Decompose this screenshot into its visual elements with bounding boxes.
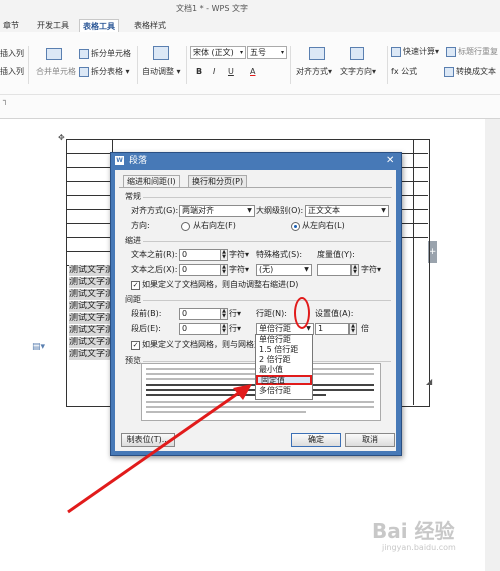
annotation-arrow xyxy=(67,384,252,514)
baidu-watermark: Bai 经验 jingyan.baidu.com xyxy=(372,515,496,565)
watermark-logo: Bai 经验 xyxy=(372,519,455,543)
watermark-url: jingyan.baidu.com xyxy=(382,543,456,552)
